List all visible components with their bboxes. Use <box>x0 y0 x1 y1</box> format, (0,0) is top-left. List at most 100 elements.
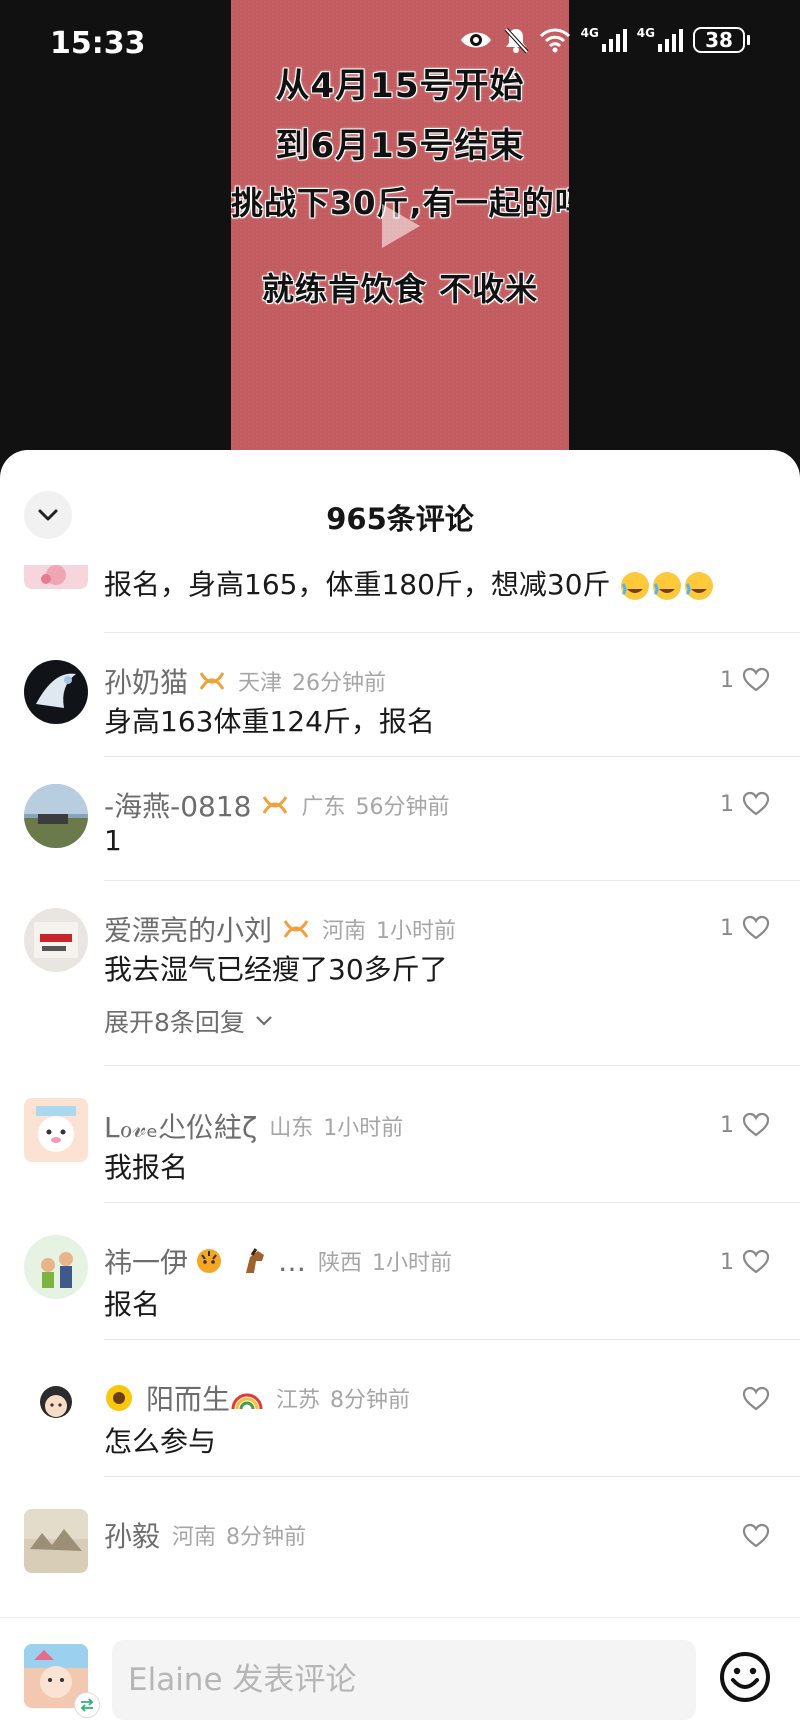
comment-time: 1小时前 <box>372 1251 453 1276</box>
comment-location: 天津 <box>238 671 283 696</box>
heart-icon <box>742 1249 770 1274</box>
avatar[interactable] <box>24 565 88 589</box>
comment-time: 56分钟前 <box>355 795 450 820</box>
expand-replies-button[interactable]: 展开8条回复 <box>104 1003 273 1039</box>
video-overlay-line-2: 到6月15号结束 <box>275 126 525 166</box>
heart-icon <box>742 667 770 692</box>
comment-location: 山东 <box>269 1116 314 1141</box>
heart-icon <box>742 915 770 940</box>
like-button[interactable]: 1 <box>720 915 770 941</box>
comment-input-bar <box>0 1617 800 1733</box>
avatar[interactable] <box>24 660 88 724</box>
comment-count-title: 965条评论 <box>326 502 474 536</box>
switch-account-button[interactable] <box>74 1692 100 1718</box>
horse-emoji-icon <box>246 1248 265 1273</box>
heart-icon <box>742 1523 770 1548</box>
swap-icon <box>80 1698 94 1712</box>
comment-item[interactable]: 报名，身高165，体重180斤，想减30斤 <box>0 565 800 633</box>
comment-sheet: 965条评论 报名，身高165，体重180斤，想减30斤 孙奶猫 天津 26分钟… <box>0 450 800 1733</box>
avatar[interactable] <box>24 1509 88 1573</box>
comment-meta: 孙奶猫 天津 26分钟前 <box>104 661 386 701</box>
avatar[interactable] <box>24 1098 88 1162</box>
battery-icon: 38 <box>693 27 745 53</box>
comment-location: 陕西 <box>318 1251 363 1276</box>
heart-icon <box>742 1112 770 1137</box>
comment-location: 江苏 <box>276 1388 321 1413</box>
comment-text: 报名，身高165，体重180斤，想减30斤 <box>104 565 715 603</box>
like-button[interactable]: 1 <box>720 1249 770 1275</box>
signal-icon: 4G <box>581 27 627 53</box>
like-count: 1 <box>720 791 734 817</box>
username-ellipsis: … <box>278 1244 307 1278</box>
comment-meta: Lℴ𝓋ₑ尐伀紸ζ 山东 1小时前 <box>104 1106 403 1146</box>
comment-item[interactable]: 孙奶猫 天津 26分钟前 身高163体重124斤，报名 1 <box>0 633 800 757</box>
comment-text: 我报名 <box>104 1151 189 1184</box>
comment-time: 26分钟前 <box>292 671 387 696</box>
avatar[interactable] <box>24 784 88 848</box>
crown-badge-icon <box>263 796 288 814</box>
status-icons: 4G 4G 38 <box>459 26 750 54</box>
comment-text: 报名 <box>104 1288 161 1321</box>
comment-text: 1 <box>104 824 122 857</box>
like-count: 1 <box>720 667 734 693</box>
comment-location: 广东 <box>301 795 346 820</box>
comment-item[interactable]: 爱漂亮的小刘 河南 1小时前 我去湿气已经瘦了30多斤了 1 展开8条回复 <box>0 881 800 1066</box>
eye-icon <box>460 32 491 48</box>
laughing-crying-emoji-icon <box>621 572 714 600</box>
comment-item[interactable]: -海燕-0818 广东 56分钟前 1 1 <box>0 757 800 881</box>
heart-icon <box>742 1386 770 1411</box>
comment-time: 1小时前 <box>376 919 457 944</box>
rainbow-emoji-icon <box>231 1393 263 1410</box>
video-overlay-line-4: 就练肯饮食 不收米 <box>261 270 539 308</box>
comment-time: 8分钟前 <box>226 1525 307 1550</box>
username[interactable]: 爱漂亮的小刘 <box>104 909 272 949</box>
comment-meta: 孙毅 河南 8分钟前 <box>104 1515 306 1555</box>
like-button[interactable]: 1 <box>720 667 770 693</box>
comment-input[interactable] <box>112 1640 696 1720</box>
sheet-header: 965条评论 <box>0 450 800 565</box>
comment-list[interactable]: 报名，身高165，体重180斤，想减30斤 孙奶猫 天津 26分钟前 身高163… <box>0 565 800 1617</box>
avatar[interactable] <box>24 1372 88 1436</box>
like-count: 1 <box>720 915 734 941</box>
chevron-down-icon <box>256 1016 272 1026</box>
wifi-icon <box>539 28 570 53</box>
avatar[interactable] <box>24 1235 88 1299</box>
username[interactable]: Lℴ𝓋ₑ尐伀紸ζ <box>104 1106 257 1146</box>
crown-badge-icon <box>199 672 225 690</box>
play-icon[interactable] <box>382 204 420 248</box>
comment-meta: 爱漂亮的小刘 河南 1小时前 <box>104 909 456 949</box>
comment-item[interactable]: 祎一伊 … 陕西 1小时前 报名 1 <box>0 1203 800 1340</box>
status-bar: 15:33 4G 4G 38 <box>0 0 800 90</box>
comment-item[interactable]: 孙毅 河南 8分钟前 <box>0 1477 800 1614</box>
comment-time: 8分钟前 <box>330 1388 411 1413</box>
like-button[interactable]: 1 <box>720 791 770 817</box>
heart-icon <box>742 791 770 816</box>
comment-item[interactable]: 阳而生 江苏 8分钟前 怎么参与 <box>0 1340 800 1477</box>
comment-meta: -海燕-0818 广东 56分钟前 <box>104 785 449 825</box>
network-type-2: 4G <box>636 26 655 40</box>
username[interactable]: 阳而生 <box>146 1378 230 1418</box>
sunflower-emoji-icon <box>106 1385 132 1411</box>
comment-item[interactable]: Lℴ𝓋ₑ尐伀紸ζ 山东 1小时前 我报名 1 <box>0 1066 800 1203</box>
status-time: 15:33 <box>50 26 146 61</box>
username[interactable]: 孙奶猫 <box>104 661 188 701</box>
comment-text-content: 报名，身高165，体重180斤，想减30斤 <box>104 568 611 601</box>
battery-nub <box>747 35 750 45</box>
mute-icon <box>504 27 529 54</box>
emoji-icon <box>720 1652 770 1702</box>
username[interactable]: -海燕-0818 <box>104 785 251 825</box>
like-button[interactable] <box>742 1523 770 1549</box>
comment-text: 我去湿气已经瘦了30多斤了 <box>104 953 448 986</box>
expand-replies-label: 展开8条回复 <box>104 1008 245 1037</box>
emoji-button[interactable] <box>718 1650 772 1708</box>
username[interactable]: 祎一伊 <box>104 1241 188 1281</box>
like-button[interactable] <box>742 1386 770 1412</box>
like-count: 1 <box>720 1249 734 1275</box>
avatar[interactable] <box>24 908 88 972</box>
comment-meta: 阳而生 江苏 8分钟前 <box>104 1378 410 1418</box>
like-button[interactable]: 1 <box>720 1112 770 1138</box>
crown-badge-icon <box>283 920 309 938</box>
signal-icon: 4G <box>637 27 683 53</box>
comment-location: 河南 <box>322 919 367 944</box>
username[interactable]: 孙毅 <box>104 1515 160 1555</box>
